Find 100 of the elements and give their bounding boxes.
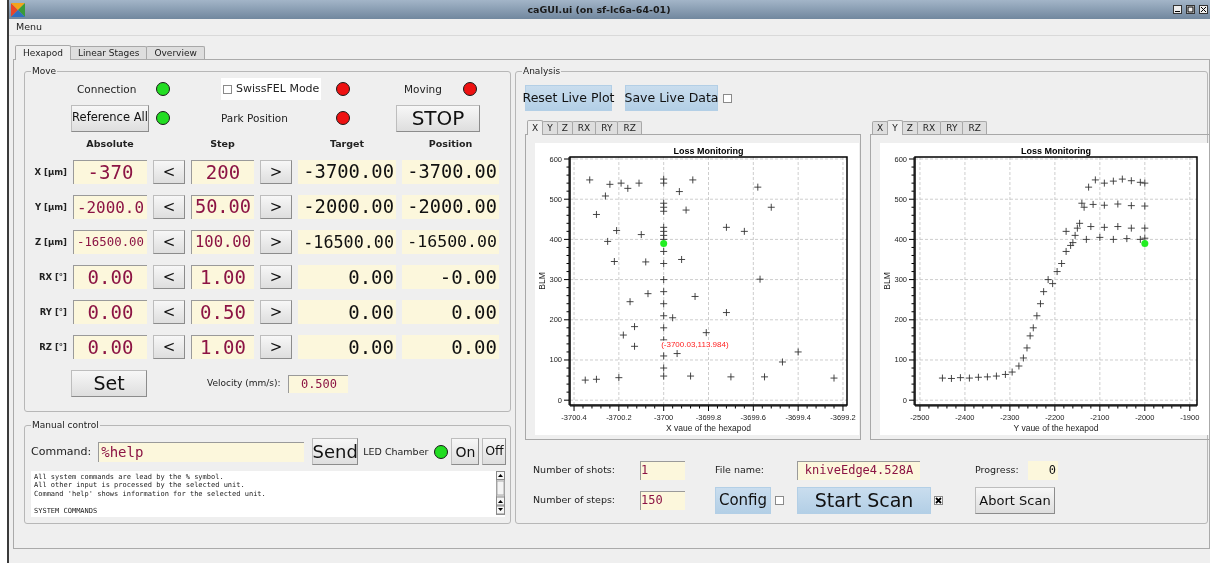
input-field[interactable]: 200 [191,160,254,184]
data-point [675,187,684,196]
input-field[interactable]: 0.500 [288,374,349,393]
input-field[interactable]: 0.50 [191,300,254,324]
decrement-button[interactable]: < [153,160,185,184]
data-point [1089,200,1098,209]
data-point [1136,235,1145,244]
data-point [581,376,590,385]
button[interactable]: Send [312,438,359,465]
tab[interactable]: X [527,120,544,135]
button[interactable]: Set [71,370,147,397]
checkbox[interactable] [223,84,232,94]
checkbox-option[interactable]: SwissFEL Mode [221,78,321,100]
data-point [1100,201,1109,210]
button[interactable]: Start Scan [797,486,931,514]
input-field[interactable]: kniveEdge4.528A [797,460,920,480]
axis-title: BLM [537,272,547,290]
input-field[interactable]: 100.00 [191,230,254,254]
increment-button[interactable]: > [260,230,292,254]
data-point [659,179,668,188]
input-field[interactable]: 1.00 [191,335,254,359]
data-point [659,299,668,308]
checkbox[interactable] [933,495,943,505]
button[interactable]: Reference All [71,104,149,132]
tab[interactable]: RY [940,121,964,134]
button[interactable]: On [451,438,480,465]
button[interactable]: Off [482,438,507,465]
data-point [605,180,614,189]
input-field[interactable]: 1 [640,460,685,480]
input-field[interactable]: %help [98,441,305,462]
increment-button[interactable]: > [260,195,292,219]
decrement-button[interactable]: < [153,300,185,324]
tab[interactable]: RZ [962,121,987,134]
data-point [641,257,650,266]
increment-button[interactable]: > [260,335,292,359]
data-point [1066,241,1075,250]
input-field[interactable]: 0.00 [73,265,147,289]
decrement-button[interactable]: < [153,230,185,254]
decrement-button[interactable]: < [153,195,185,219]
minimize-button[interactable] [1173,5,1182,14]
input-field[interactable]: 0.00 [73,335,147,359]
increment-button[interactable]: > [260,300,292,324]
tab[interactable]: RZ [617,121,642,134]
input-field[interactable]: 50.00 [191,195,254,219]
value-display: 0.00 [402,335,499,359]
data-point [1044,275,1053,284]
data-point [983,372,992,381]
window-title: caGUI.ui (on sf-lc6a-64-01) [527,3,671,16]
checkbox[interactable] [775,495,784,505]
group-title: Analysis [522,66,562,76]
tab[interactable]: Overview [146,46,205,59]
tab[interactable]: X [872,121,889,134]
data-point [1084,183,1093,192]
button[interactable]: Save Live Data [625,85,718,111]
decrement-button[interactable]: < [153,335,185,359]
field-label: Number of shots: [533,464,617,476]
button[interactable]: Abort Scan [975,486,1055,514]
data-point [659,287,668,296]
tab[interactable]: RY [595,121,619,134]
tab[interactable]: Hexapod [15,45,71,60]
increment-button[interactable]: > [260,160,292,184]
data-point [1095,233,1104,242]
button[interactable]: Config [715,486,771,514]
decrement-button[interactable]: < [153,265,185,289]
input-field[interactable]: 1.00 [191,265,254,289]
close-button[interactable] [1199,5,1208,14]
data-point [760,372,769,381]
input-field[interactable]: 150 [640,490,685,510]
data-point [1113,200,1122,208]
checkbox[interactable] [723,93,732,103]
data-point [1127,201,1136,210]
data-point [974,373,983,382]
input-field[interactable]: -16500.00 [73,230,147,254]
data-point [702,328,711,337]
data-point [830,374,838,382]
data-point [1082,235,1091,244]
input-field[interactable]: -370 [73,160,147,184]
column-header: Target [328,137,366,149]
data-point [1057,259,1066,268]
data-point [1127,224,1136,233]
data-point [1062,247,1071,256]
increment-button[interactable]: > [260,265,292,289]
axis-title: Y vaue of the hexapod [1013,423,1099,433]
maximize-button[interactable] [1186,5,1195,14]
tab[interactable]: Y [887,120,903,135]
scrollbar[interactable] [496,471,505,515]
data-point [1118,175,1127,184]
data-point [1113,222,1122,231]
data-point [1023,343,1031,352]
data-point [635,179,643,188]
input-field[interactable]: 0.00 [73,300,147,324]
value-display: -3700.00 [402,160,499,184]
menu-item[interactable]: Menu [16,21,43,33]
button[interactable]: STOP [396,104,480,132]
data-point [601,192,610,200]
data-point [630,342,639,351]
field-label: Number of steps: [533,494,617,506]
button[interactable]: Reset Live Plot [525,85,612,111]
tab[interactable]: Linear Stages [69,46,148,59]
input-field[interactable]: -2000.0 [73,195,147,219]
